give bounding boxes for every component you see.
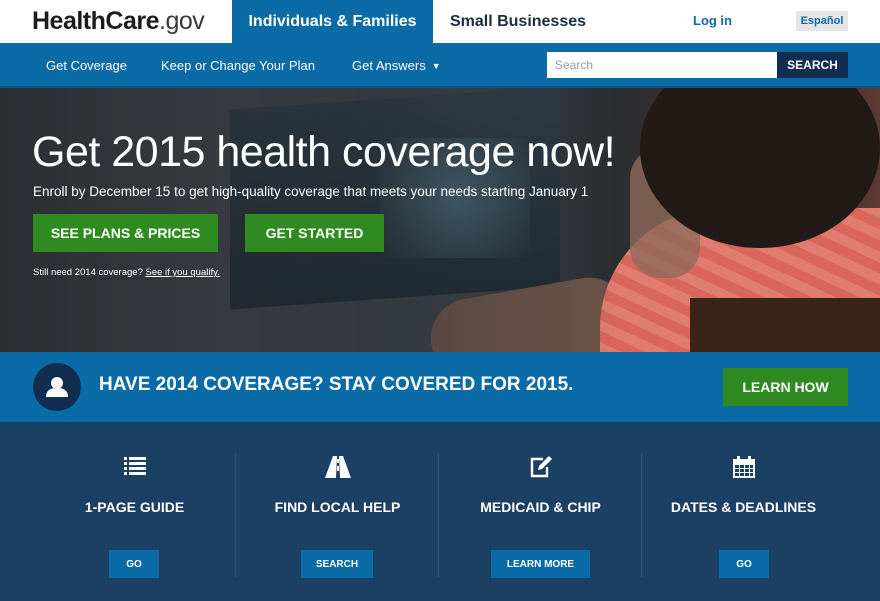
login-link[interactable]: Log in xyxy=(693,13,732,28)
tile-find-local-help: FIND LOCAL HELP SEARCH xyxy=(236,422,439,601)
tile-dates-deadlines: DATES & DEADLINES GO xyxy=(642,422,845,601)
hero-title: Get 2015 health coverage now! xyxy=(32,128,616,176)
tile-title: FIND LOCAL HELP xyxy=(274,499,401,515)
nav-item-label: Get Answers xyxy=(352,58,426,73)
medicaid-learn-more-button[interactable]: LEARN MORE xyxy=(491,550,590,578)
hero-subtitle: Enroll by December 15 to get high-qualit… xyxy=(33,184,589,199)
coverage-note: Still need 2014 coverage? See if you qua… xyxy=(33,267,220,278)
calendar-icon xyxy=(642,456,845,478)
get-started-button[interactable]: GET STARTED xyxy=(245,214,384,252)
guide-go-button[interactable]: GO xyxy=(109,550,159,578)
nav-item-label: Keep or Change Your Plan xyxy=(161,58,315,73)
local-help-search-button[interactable]: SEARCH xyxy=(301,550,373,578)
quick-links: 1-PAGE GUIDE GO FIND LOCAL HELP SEARCH M… xyxy=(0,422,880,601)
see-if-you-qualify-link[interactable]: See if you qualify. xyxy=(146,267,220,278)
road-icon xyxy=(236,456,439,478)
tile-title: 1-PAGE GUIDE xyxy=(84,499,185,515)
banner-headline: HAVE 2014 COVERAGE? STAY COVERED FOR 201… xyxy=(99,374,574,395)
dates-go-button[interactable]: GO xyxy=(719,550,769,578)
tab-small-businesses[interactable]: Small Businesses xyxy=(433,0,603,43)
caret-down-icon: ▼ xyxy=(431,61,441,71)
tile-medicaid-chip: MEDICAID & CHIP LEARN MORE xyxy=(439,422,642,601)
stay-covered-banner: HAVE 2014 COVERAGE? STAY COVERED FOR 201… xyxy=(0,352,880,422)
search-input[interactable] xyxy=(547,52,777,78)
logo-gov-text: .gov xyxy=(159,7,205,35)
see-plans-prices-button[interactable]: SEE PLANS & PRICES xyxy=(33,214,218,252)
coverage-note-text: Still need 2014 coverage? xyxy=(33,267,143,278)
nav-item-get-coverage[interactable]: Get Coverage xyxy=(46,58,127,73)
tile-1-page-guide: 1-PAGE GUIDE GO xyxy=(33,422,236,601)
list-icon xyxy=(33,456,236,476)
healthcare-gov-logo[interactable]: HealthCare.gov xyxy=(32,6,205,36)
search-button[interactable]: SEARCH xyxy=(777,52,848,78)
tab-individuals-families[interactable]: Individuals & Families xyxy=(232,0,433,43)
nav-item-label: Get Coverage xyxy=(46,58,127,73)
nav-item-keep-or-change-plan[interactable]: Keep or Change Your Plan xyxy=(161,58,315,73)
learn-how-button[interactable]: LEARN HOW xyxy=(723,368,848,406)
tile-title: DATES & DEADLINES xyxy=(670,499,817,515)
nav-item-get-answers[interactable]: Get Answers ▼ xyxy=(352,58,441,73)
top-bar: HealthCare.gov Individuals & Families Sm… xyxy=(0,0,880,43)
tile-title: MEDICAID & CHIP xyxy=(480,499,601,515)
logo-bold-text: HealthCare xyxy=(32,7,160,35)
edit-icon xyxy=(439,456,642,478)
espanol-button[interactable]: Español xyxy=(796,11,848,31)
hero-section: Get 2015 health coverage now! Enroll by … xyxy=(0,88,880,352)
person-icon xyxy=(33,363,81,411)
main-nav: Get Coverage Keep or Change Your Plan Ge… xyxy=(0,43,880,88)
